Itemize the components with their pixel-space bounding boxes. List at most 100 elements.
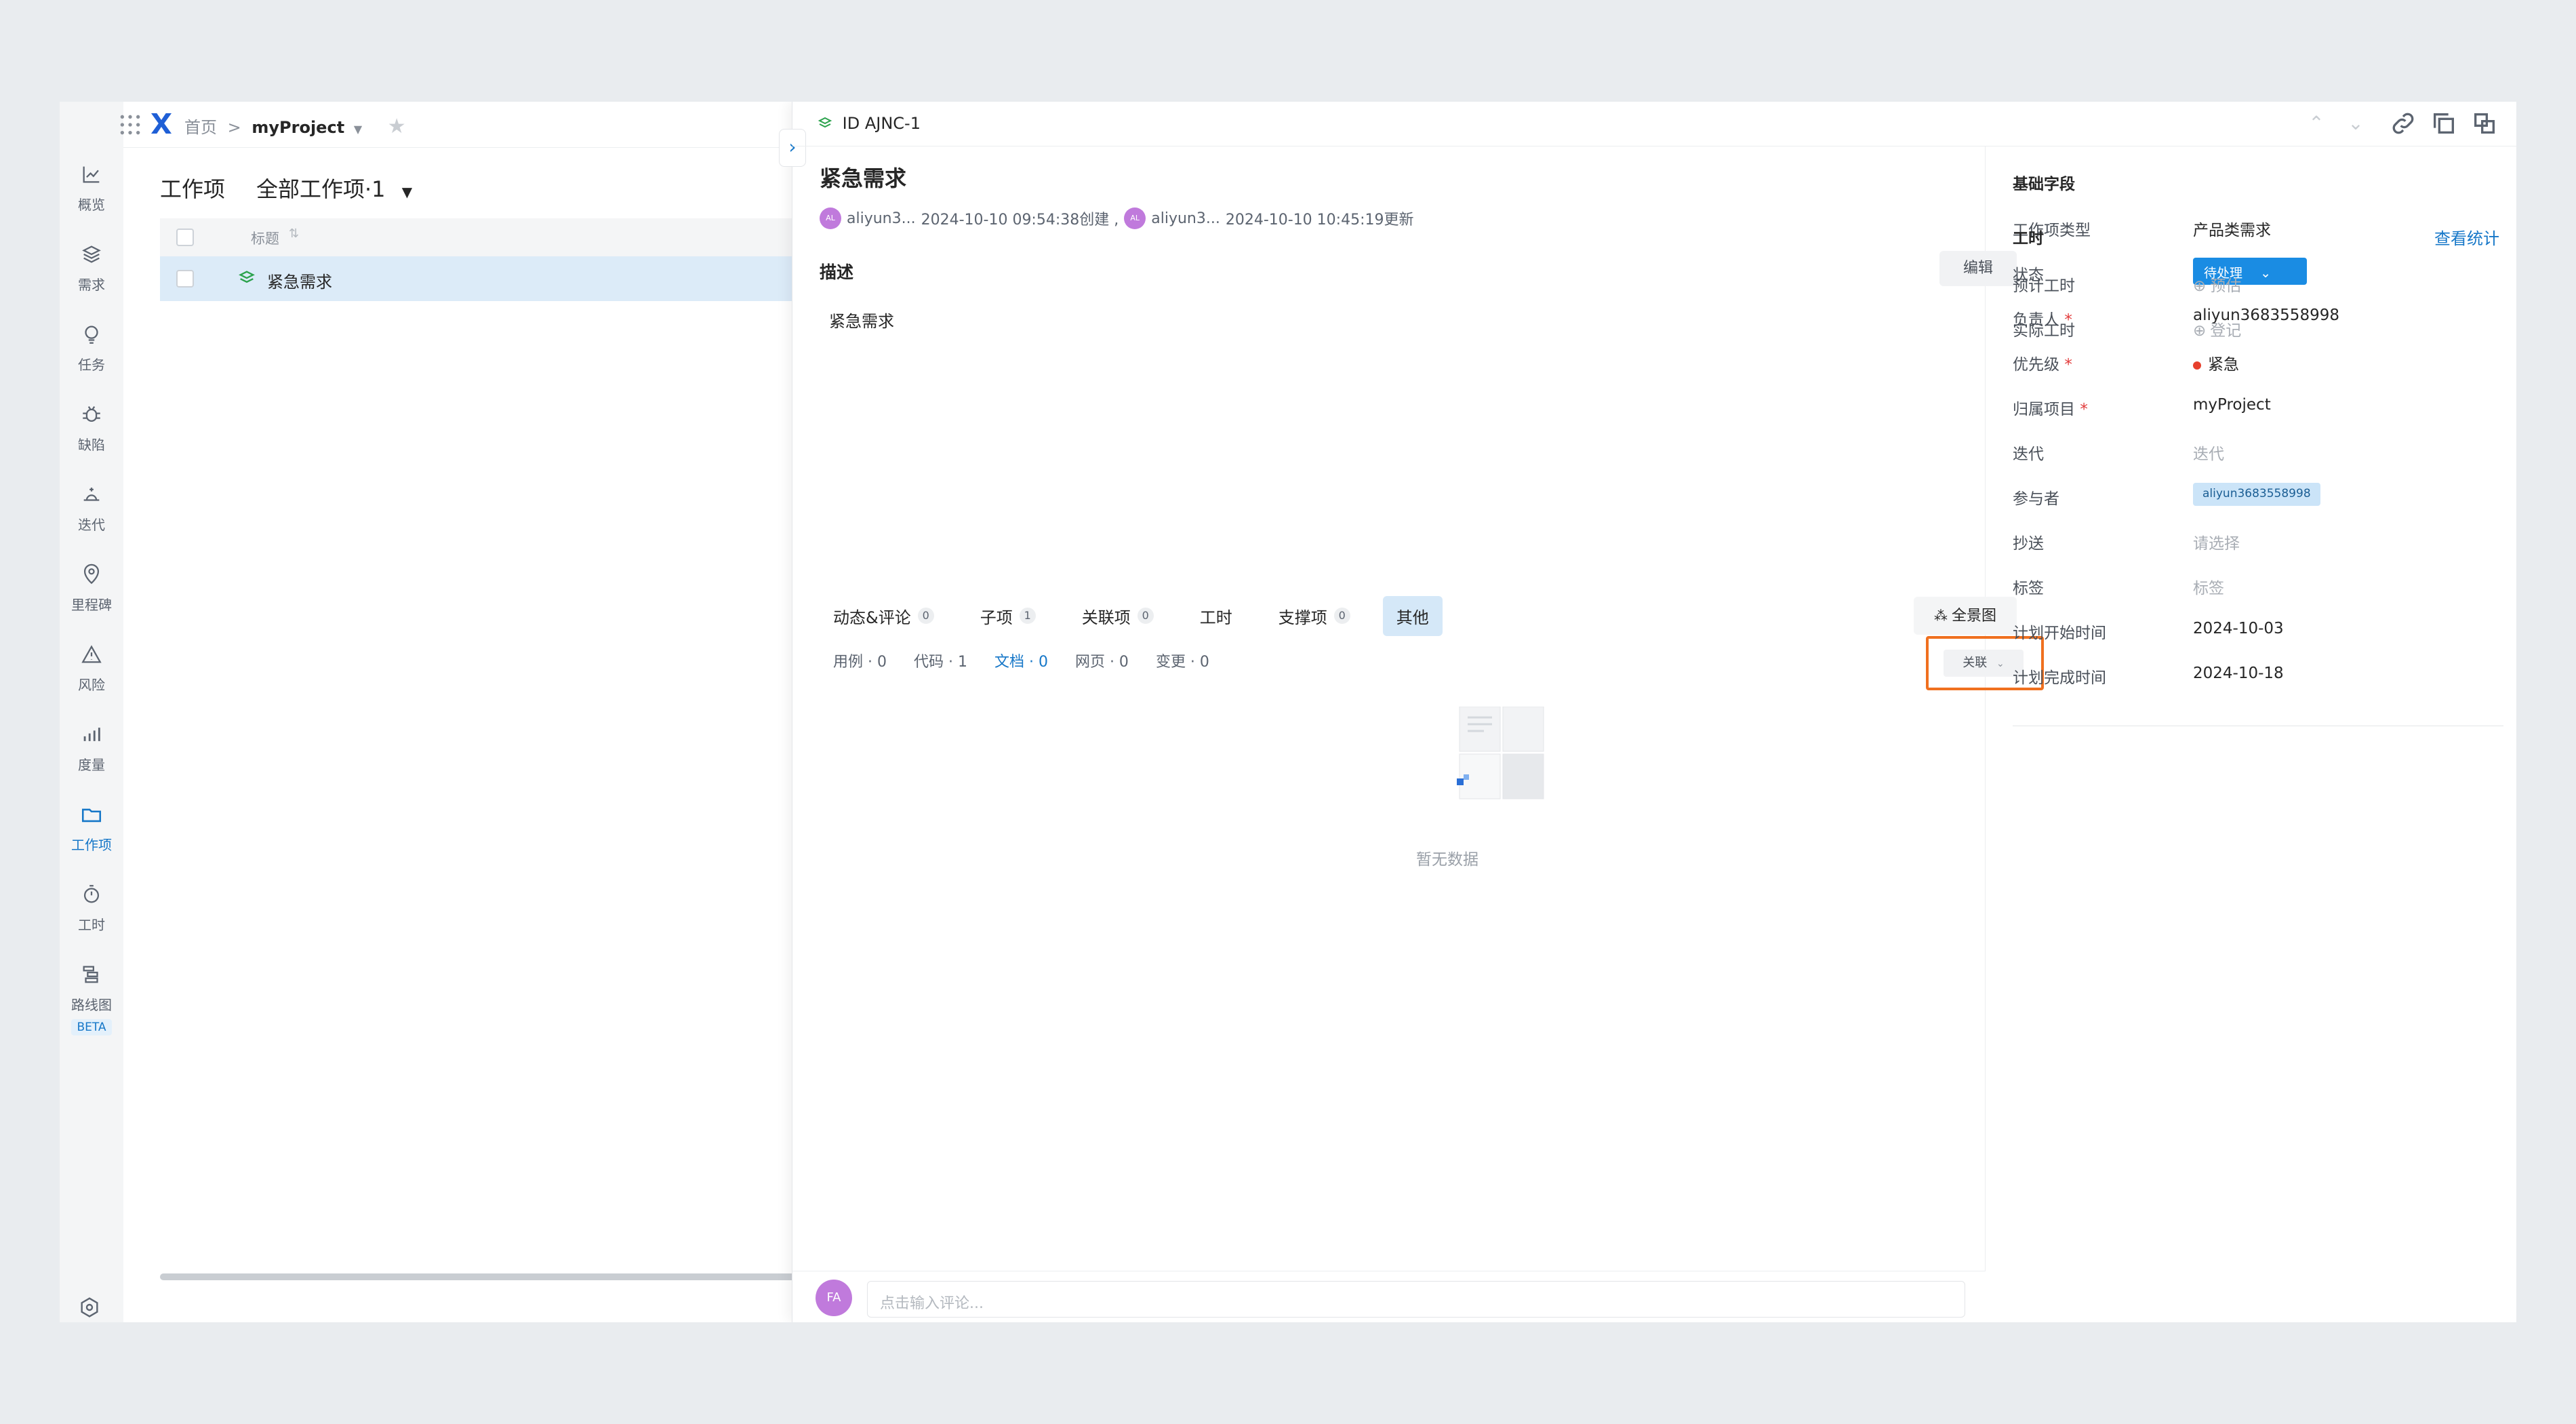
star-icon[interactable]: ★ — [388, 115, 406, 138]
field-label: 抄送 — [2013, 535, 2044, 553]
nav-item-tasks[interactable]: 任务 — [60, 323, 123, 391]
field-label: 预计工时 — [2013, 277, 2075, 295]
field-actual[interactable]: 实际工时 ⊕ 登记 — [2013, 313, 2487, 340]
breadcrumb-home[interactable]: 首页 — [184, 118, 217, 137]
nav-label: 迭代 — [78, 517, 105, 533]
item-id: ID AJNC-1 — [817, 114, 921, 133]
tab-label: 子项 — [980, 608, 1013, 627]
field-value: 标签 — [2193, 580, 2224, 597]
field-value: 迭代 — [2193, 446, 2224, 463]
detail-main: 紧急需求 AL aliyun3... 2024-10-10 09:54:38创建… — [792, 146, 2044, 1322]
chevron-down-icon[interactable]: ⌄ — [2342, 110, 2369, 137]
field-value: 请选择 — [2193, 535, 2240, 553]
map-pin-icon — [83, 563, 100, 585]
nav-item-worktime[interactable]: 工时 — [60, 883, 123, 951]
plus-circle-icon: ⊕ — [2193, 322, 2207, 340]
field-priority[interactable]: 优先级 * 紧急 — [2013, 347, 2487, 374]
detail-title[interactable]: 紧急需求 — [820, 161, 906, 193]
detail-tabs: 动态&评论 0 子项 1 关联项 0 工时 支撑项 0 其他 — [820, 595, 1443, 636]
creator-name: aliyun3... — [847, 210, 916, 227]
nav-item-sprints[interactable]: 迭代 — [60, 483, 123, 551]
nav-item-metrics[interactable]: 度量 — [60, 723, 123, 791]
description-text[interactable]: 紧急需求 — [829, 308, 894, 332]
settings-hexagon-icon[interactable] — [79, 1297, 100, 1318]
nav-item-overview[interactable]: 概览 — [60, 163, 123, 231]
field-estimate[interactable]: 预计工时 ⊕ 预估 — [2013, 269, 2487, 296]
tab-worktime[interactable]: 工时 — [1186, 596, 1246, 636]
view-stats-link[interactable]: 查看统计 — [2434, 225, 2499, 249]
bug-icon — [83, 406, 100, 422]
detail-panel: › ID AJNC-1 ⌃ ⌄ ··· 紧急需求 AL aliyun3... 2… — [779, 102, 2516, 1322]
other-subtabs: 用例 · 0 代码 · 1 文档 · 0 网页 · 0 变更 · 0 — [833, 650, 1209, 671]
nav-label: 路线图 — [71, 997, 112, 1013]
nav-item-requirements[interactable]: 需求 — [60, 243, 123, 311]
field-type[interactable]: 工作项类型 产品类需求 — [2013, 213, 2487, 240]
count-badge: 0 — [1137, 608, 1154, 624]
caret-down-icon[interactable]: ▼ — [354, 123, 362, 136]
field-label: 标签 — [2013, 580, 2044, 597]
bar-chart-icon — [83, 728, 100, 741]
app-grid-icon[interactable] — [117, 111, 144, 138]
field-plan-start[interactable]: 计划开始时间 2024-10-03 — [2013, 616, 2487, 643]
convert-icon[interactable] — [2471, 110, 2498, 137]
chevron-up-icon[interactable]: ⌃ — [2303, 110, 2330, 137]
lightbulb-icon — [85, 325, 98, 344]
empty-illustration-icon — [1457, 707, 1544, 799]
top-bar: 首页 > myProject ▼ ★ — [120, 102, 856, 148]
comment-input[interactable]: 点击输入评论... — [867, 1281, 1965, 1318]
link-icon[interactable] — [2390, 110, 2417, 137]
nav-item-risks[interactable]: 风险 — [60, 643, 123, 711]
field-plan-end[interactable]: 计划完成时间 2024-10-18 — [2013, 660, 2487, 688]
cycle-icon — [83, 488, 100, 501]
tab-other[interactable]: 其他 — [1382, 595, 1443, 636]
subtab-docs[interactable]: 文档 · 0 — [994, 650, 1048, 671]
field-cc[interactable]: 抄送 请选择 — [2013, 526, 2487, 553]
subtab-testcases[interactable]: 用例 · 0 — [833, 650, 887, 671]
product-logo-icon[interactable] — [148, 110, 175, 137]
app-window: 概览 需求 任务 缺陷 迭代 里程碑 风险 度量 工作项 工时 路线图 BETA… — [60, 102, 2516, 1322]
empty-state-text: 暂无数据 — [1416, 851, 1478, 869]
breadcrumb-project[interactable]: myProject — [251, 118, 344, 137]
nav-label: 里程碑 — [71, 597, 112, 613]
field-label: 迭代 — [2013, 446, 2044, 463]
tab-subitems[interactable]: 子项 1 — [967, 596, 1049, 636]
tab-activity[interactable]: 动态&评论 0 — [820, 596, 948, 636]
nav-item-milestones[interactable]: 里程碑 — [60, 563, 123, 631]
tab-support[interactable]: 支撑项 0 — [1265, 596, 1364, 636]
field-participants[interactable]: 参与者 aliyun3683558998 — [2013, 481, 2487, 509]
sort-icon[interactable]: ⇅ — [289, 226, 299, 241]
view-selector[interactable]: 全部工作项·1 ▼ — [256, 172, 412, 203]
nav-item-defects[interactable]: 缺陷 — [60, 403, 123, 471]
subtab-webpages[interactable]: 网页 · 0 — [1075, 650, 1129, 671]
subtab-changes[interactable]: 变更 · 0 — [1156, 650, 1209, 671]
participant-tag[interactable]: aliyun3683558998 — [2193, 483, 2320, 506]
subtab-code[interactable]: 代码 · 1 — [914, 650, 967, 671]
breadcrumb-separator: > — [227, 118, 241, 137]
table-row[interactable]: 紧急需求 — [160, 256, 838, 301]
row-title[interactable]: 紧急需求 — [267, 269, 332, 292]
nav-label: 工时 — [78, 917, 105, 933]
field-label: 实际工时 — [2013, 322, 2075, 340]
count-badge: 0 — [917, 608, 934, 624]
nav-label: 风险 — [78, 677, 105, 693]
folder-icon — [81, 808, 102, 823]
nav-item-roadmap[interactable]: 路线图 BETA — [60, 963, 123, 1058]
select-all-checkbox[interactable] — [176, 229, 194, 246]
row-checkbox[interactable] — [176, 270, 194, 288]
nav-item-workitems[interactable]: 工作项 — [60, 803, 123, 871]
column-header-title[interactable]: 标题 — [251, 228, 279, 248]
created-time: 2024-10-10 09:54:38创建 , — [921, 212, 1119, 229]
field-value: 产品类需求 — [2193, 222, 2271, 239]
field-tags[interactable]: 标签 标签 — [2013, 571, 2487, 598]
field-sprint[interactable]: 迭代 迭代 — [2013, 437, 2487, 464]
count-badge: 1 — [1019, 608, 1036, 624]
roadmap-icon — [83, 966, 98, 983]
table-header: 标题 ⇅ — [160, 218, 838, 256]
horizontal-scrollbar[interactable] — [160, 1273, 838, 1280]
tab-label: 工时 — [1199, 608, 1232, 627]
nav-label: 需求 — [78, 277, 105, 293]
item-id-label: ID AJNC-1 — [842, 114, 921, 133]
copy-icon[interactable] — [2430, 110, 2457, 137]
field-project[interactable]: 归属项目 * myProject — [2013, 392, 2487, 419]
tab-related[interactable]: 关联项 0 — [1068, 596, 1167, 636]
